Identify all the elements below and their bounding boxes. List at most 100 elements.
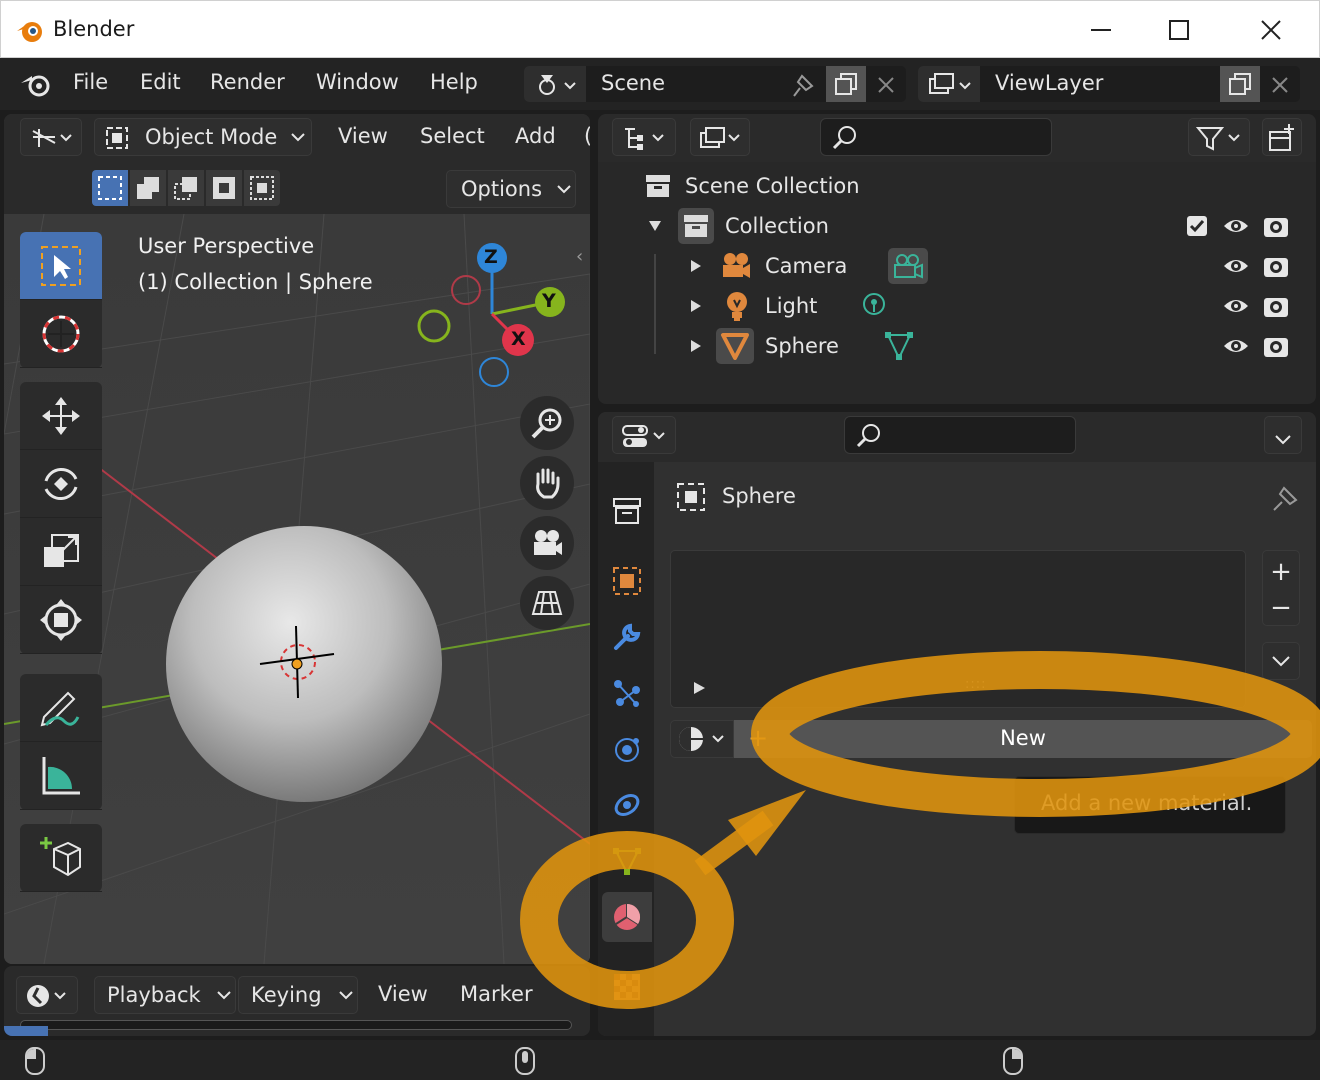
viewport-menu-add[interactable]: Add: [515, 124, 556, 148]
properties-options-button[interactable]: [1264, 416, 1302, 454]
timeline-editor-type-button[interactable]: [16, 976, 78, 1014]
list-resize-handle[interactable]: ::::: [965, 677, 987, 692]
render-camera-icon[interactable]: [1262, 333, 1290, 359]
scale-tool[interactable]: [20, 518, 102, 586]
timeline-scrollbar[interactable]: [20, 1020, 572, 1030]
menu-file[interactable]: File: [73, 70, 108, 94]
properties-search-input[interactable]: [844, 416, 1076, 454]
viewport-menu-object[interactable]: (: [584, 124, 590, 148]
pin-icon[interactable]: [788, 72, 816, 98]
outliner-row-collection[interactable]: Collection: [598, 206, 1316, 246]
material-slot-list[interactable]: ::::: [670, 550, 1246, 708]
expand-arrow-icon[interactable]: [690, 259, 702, 273]
cursor-tool[interactable]: [20, 300, 102, 368]
tab-object[interactable]: [602, 556, 652, 606]
select-box-tool[interactable]: [20, 232, 102, 300]
viewport-menu-select[interactable]: Select: [420, 124, 485, 148]
measure-tool[interactable]: [20, 742, 102, 810]
maximize-icon[interactable]: [1159, 11, 1199, 49]
remove-slot-button[interactable]: −: [1270, 593, 1292, 623]
pan-hand-icon[interactable]: [520, 456, 574, 510]
outliner-row-sphere[interactable]: Sphere: [598, 326, 1316, 366]
select-intersect-icon[interactable]: [244, 170, 280, 206]
expand-arrow-icon[interactable]: [690, 299, 702, 313]
zoom-icon[interactable]: [520, 396, 574, 450]
menu-help[interactable]: Help: [430, 70, 478, 94]
expand-arrow-icon[interactable]: [648, 220, 662, 232]
eye-icon[interactable]: [1222, 294, 1250, 318]
filter-dropdown[interactable]: [1188, 118, 1250, 156]
scene-browse-button[interactable]: [524, 66, 586, 102]
duplicate-view-layer-button[interactable]: [1220, 66, 1260, 102]
new-material-button[interactable]: + New: [734, 720, 1312, 758]
display-mode-button[interactable]: [690, 118, 750, 156]
outliner-row-camera[interactable]: Camera: [598, 246, 1316, 286]
tab-texture[interactable]: [602, 962, 652, 1012]
3d-viewport[interactable]: Object Mode View Select Add ( Optio: [4, 114, 590, 964]
editor-type-button[interactable]: [20, 118, 82, 156]
tab-particles[interactable]: [602, 668, 652, 718]
timeline-menu-marker[interactable]: Marker: [460, 982, 533, 1006]
viewport-menu-view[interactable]: View: [338, 124, 388, 148]
light-data-icon[interactable]: [860, 292, 888, 322]
outliner-row-light[interactable]: Light: [598, 286, 1316, 326]
timeline-menu-view[interactable]: View: [378, 982, 428, 1006]
keying-dropdown[interactable]: Keying: [238, 976, 358, 1014]
eye-icon[interactable]: [1222, 254, 1250, 278]
add-cube-tool[interactable]: [20, 824, 102, 892]
menu-edit[interactable]: Edit: [140, 70, 181, 94]
camera-data-button[interactable]: [888, 248, 928, 284]
playhead[interactable]: [4, 1026, 48, 1036]
view-layer-name[interactable]: ViewLayer: [995, 71, 1103, 95]
browse-material-button[interactable]: [670, 720, 734, 758]
expand-arrow-icon[interactable]: [693, 681, 707, 695]
eye-icon[interactable]: [1222, 334, 1250, 358]
move-tool[interactable]: [20, 382, 102, 450]
tab-material[interactable]: [602, 892, 652, 942]
remove-scene-icon[interactable]: [876, 75, 896, 95]
outliner-row-scene-collection[interactable]: Scene Collection: [598, 166, 1316, 206]
expand-arrow-icon[interactable]: [690, 339, 702, 353]
eye-icon[interactable]: [1222, 214, 1250, 238]
scene-name[interactable]: Scene: [601, 71, 665, 95]
material-specials-button[interactable]: [1262, 642, 1300, 680]
pin-icon[interactable]: [1268, 482, 1300, 514]
tab-physics[interactable]: [602, 724, 652, 774]
perspective-toggle-icon[interactable]: [520, 576, 574, 630]
annotate-tool[interactable]: [20, 674, 102, 742]
render-camera-icon[interactable]: [1262, 293, 1290, 319]
sphere-object[interactable]: [166, 526, 442, 802]
sphere-object-button[interactable]: [716, 328, 754, 364]
render-camera-icon[interactable]: [1262, 253, 1290, 279]
checkbox-icon[interactable]: [1186, 215, 1208, 237]
tab-modifiers[interactable]: [602, 612, 652, 662]
transform-tool[interactable]: [20, 586, 102, 654]
menu-window[interactable]: Window: [316, 70, 399, 94]
camera-view-icon[interactable]: [520, 516, 574, 570]
object-mode-dropdown[interactable]: Object Mode: [94, 118, 312, 156]
select-extend-icon[interactable]: [130, 170, 166, 206]
select-invert-icon[interactable]: [206, 170, 242, 206]
render-camera-icon[interactable]: [1262, 213, 1290, 239]
tab-scene-collection[interactable]: [602, 486, 652, 536]
outliner-search-input[interactable]: [820, 118, 1052, 156]
view-layer-browse-button[interactable]: [918, 66, 980, 102]
playback-dropdown[interactable]: Playback: [94, 976, 236, 1014]
close-icon[interactable]: [1251, 11, 1291, 49]
select-new-icon[interactable]: [92, 170, 128, 206]
properties-editor-type-button[interactable]: [612, 416, 676, 454]
new-collection-button[interactable]: [1262, 118, 1302, 156]
tab-mesh-data[interactable]: [602, 836, 652, 886]
blender-menu-icon[interactable]: [18, 70, 54, 98]
options-dropdown[interactable]: Options: [446, 170, 576, 208]
tab-constraints[interactable]: [602, 780, 652, 830]
outliner-editor-type-button[interactable]: [612, 118, 676, 156]
duplicate-scene-button[interactable]: [826, 66, 866, 102]
mesh-data-icon[interactable]: [884, 330, 914, 362]
select-subtract-icon[interactable]: [168, 170, 204, 206]
menu-render[interactable]: Render: [210, 70, 285, 94]
sidebar-toggle-icon[interactable]: ‹: [576, 246, 590, 270]
rotate-tool[interactable]: [20, 450, 102, 518]
remove-view-layer-icon[interactable]: [1270, 75, 1290, 95]
add-slot-button[interactable]: +: [1270, 557, 1292, 587]
